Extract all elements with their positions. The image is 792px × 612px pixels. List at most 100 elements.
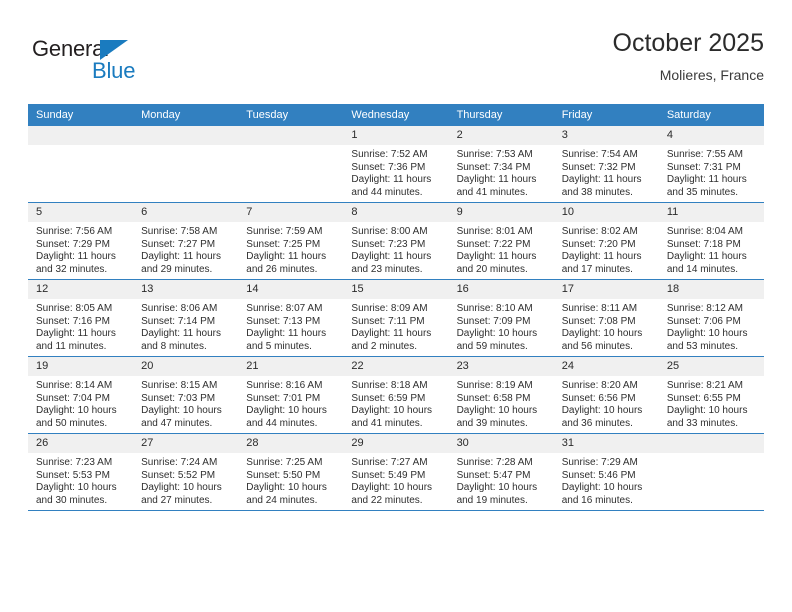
day-cell[interactable]: 13 Sunrise: 8:06 AM Sunset: 7:14 PM Dayl… bbox=[133, 279, 239, 357]
day-cell[interactable]: 10 Sunrise: 8:02 AM Sunset: 7:20 PM Dayl… bbox=[553, 202, 659, 280]
day-cell[interactable]: 27 Sunrise: 7:24 AM Sunset: 5:52 PM Dayl… bbox=[133, 433, 239, 511]
day-details: Sunrise: 7:53 AM Sunset: 7:34 PM Dayligh… bbox=[449, 145, 554, 199]
sunrise-text: Sunrise: 8:01 AM bbox=[456, 226, 533, 237]
daylight-text: Daylight: 11 hours and 38 minutes. bbox=[561, 174, 642, 198]
day-cell[interactable]: 19 Sunrise: 8:14 AM Sunset: 7:04 PM Dayl… bbox=[28, 356, 134, 434]
sunrise-text: Sunrise: 8:21 AM bbox=[666, 380, 743, 391]
weekday-header-saturday: Saturday bbox=[658, 104, 764, 126]
day-cell[interactable]: 17 Sunrise: 8:11 AM Sunset: 7:08 PM Dayl… bbox=[553, 279, 659, 357]
day-cell[interactable]: 26 Sunrise: 7:23 AM Sunset: 5:53 PM Dayl… bbox=[28, 433, 134, 511]
sunset-text: Sunset: 7:16 PM bbox=[36, 315, 110, 327]
calendar-grid: Sunday Monday Tuesday Wednesday Thursday… bbox=[28, 104, 764, 511]
daylight-text: Daylight: 10 hours and 50 minutes. bbox=[36, 405, 117, 429]
day-details: Sunrise: 8:11 AM Sunset: 7:08 PM Dayligh… bbox=[554, 299, 659, 353]
day-number: 7 bbox=[238, 203, 344, 222]
day-cell[interactable]: 6 Sunrise: 7:58 AM Sunset: 7:27 PM Dayli… bbox=[133, 202, 239, 280]
day-cell[interactable]: 3 Sunrise: 7:54 AM Sunset: 7:32 PM Dayli… bbox=[553, 126, 659, 203]
daylight-text: Daylight: 11 hours and 23 minutes. bbox=[351, 251, 432, 275]
daylight-text: Daylight: 10 hours and 39 minutes. bbox=[456, 405, 538, 429]
day-details: Sunrise: 7:55 AM Sunset: 7:31 PM Dayligh… bbox=[659, 145, 764, 199]
weekday-header-sunday: Sunday bbox=[28, 104, 134, 126]
day-number: 10 bbox=[553, 203, 659, 222]
day-cell[interactable]: 8 Sunrise: 8:00 AM Sunset: 7:23 PM Dayli… bbox=[343, 202, 449, 280]
calendar-week-row: 1 Sunrise: 7:52 AM Sunset: 7:36 PM Dayli… bbox=[28, 126, 764, 203]
sunrise-text: Sunrise: 8:11 AM bbox=[561, 303, 638, 314]
day-cell[interactable]: 7 Sunrise: 7:59 AM Sunset: 7:25 PM Dayli… bbox=[238, 202, 344, 280]
daylight-text: Daylight: 11 hours and 32 minutes. bbox=[36, 251, 116, 275]
sunset-text: Sunset: 7:18 PM bbox=[666, 238, 741, 250]
day-details: Sunrise: 8:19 AM Sunset: 6:58 PM Dayligh… bbox=[449, 376, 554, 430]
sunrise-text: Sunrise: 8:20 AM bbox=[561, 380, 638, 391]
day-cell[interactable]: 25 Sunrise: 8:21 AM Sunset: 6:55 PM Dayl… bbox=[658, 356, 764, 434]
sunset-text: Sunset: 7:03 PM bbox=[141, 392, 216, 404]
day-cell[interactable]: 5 Sunrise: 7:56 AM Sunset: 7:29 PM Dayli… bbox=[28, 202, 134, 280]
day-number: 1 bbox=[343, 126, 449, 145]
sunrise-text: Sunrise: 7:55 AM bbox=[666, 149, 743, 160]
sunrise-text: Sunrise: 8:07 AM bbox=[246, 303, 323, 314]
day-cell[interactable]: 4 Sunrise: 7:55 AM Sunset: 7:31 PM Dayli… bbox=[658, 126, 764, 203]
day-cell[interactable]: 16 Sunrise: 8:10 AM Sunset: 7:09 PM Dayl… bbox=[448, 279, 554, 357]
sunrise-text: Sunrise: 7:23 AM bbox=[36, 457, 113, 468]
day-details: Sunrise: 7:56 AM Sunset: 7:29 PM Dayligh… bbox=[28, 222, 133, 276]
daylight-text: Daylight: 10 hours and 19 minutes. bbox=[456, 482, 538, 506]
day-cell-empty bbox=[133, 126, 239, 203]
daylight-text: Daylight: 10 hours and 36 minutes. bbox=[561, 405, 643, 429]
weekday-header-tuesday: Tuesday bbox=[238, 104, 344, 126]
day-number: 18 bbox=[658, 280, 764, 299]
sunrise-text: Sunrise: 8:18 AM bbox=[351, 380, 428, 391]
day-cell[interactable]: 28 Sunrise: 7:25 AM Sunset: 5:50 PM Dayl… bbox=[238, 433, 344, 511]
day-cell[interactable]: 18 Sunrise: 8:12 AM Sunset: 7:06 PM Dayl… bbox=[658, 279, 764, 357]
calendar-body: 1 Sunrise: 7:52 AM Sunset: 7:36 PM Dayli… bbox=[28, 126, 764, 511]
sunrise-text: Sunrise: 8:14 AM bbox=[36, 380, 113, 391]
day-cell[interactable]: 20 Sunrise: 8:15 AM Sunset: 7:03 PM Dayl… bbox=[133, 356, 239, 434]
day-number bbox=[28, 126, 134, 145]
day-cell[interactable]: 30 Sunrise: 7:28 AM Sunset: 5:47 PM Dayl… bbox=[448, 433, 554, 511]
sunset-text: Sunset: 7:23 PM bbox=[351, 238, 426, 250]
day-cell[interactable]: 24 Sunrise: 8:20 AM Sunset: 6:56 PM Dayl… bbox=[553, 356, 659, 434]
day-cell[interactable]: 14 Sunrise: 8:07 AM Sunset: 7:13 PM Dayl… bbox=[238, 279, 344, 357]
day-details: Sunrise: 7:52 AM Sunset: 7:36 PM Dayligh… bbox=[343, 145, 448, 199]
day-cell[interactable]: 1 Sunrise: 7:52 AM Sunset: 7:36 PM Dayli… bbox=[343, 126, 449, 203]
day-cell[interactable]: 15 Sunrise: 8:09 AM Sunset: 7:11 PM Dayl… bbox=[343, 279, 449, 357]
sunset-text: Sunset: 7:11 PM bbox=[351, 315, 425, 327]
day-number: 9 bbox=[448, 203, 554, 222]
day-cell[interactable]: 9 Sunrise: 8:01 AM Sunset: 7:22 PM Dayli… bbox=[448, 202, 554, 280]
day-cell[interactable]: 21 Sunrise: 8:16 AM Sunset: 7:01 PM Dayl… bbox=[238, 356, 344, 434]
day-cell[interactable]: 23 Sunrise: 8:19 AM Sunset: 6:58 PM Dayl… bbox=[448, 356, 554, 434]
day-cell[interactable]: 29 Sunrise: 7:27 AM Sunset: 5:49 PM Dayl… bbox=[343, 433, 449, 511]
sunrise-text: Sunrise: 8:02 AM bbox=[561, 226, 638, 237]
day-details: Sunrise: 8:14 AM Sunset: 7:04 PM Dayligh… bbox=[28, 376, 133, 430]
day-cell[interactable]: 31 Sunrise: 7:29 AM Sunset: 5:46 PM Dayl… bbox=[553, 433, 659, 511]
sunrise-text: Sunrise: 7:54 AM bbox=[561, 149, 638, 160]
weekday-header-thursday: Thursday bbox=[448, 104, 554, 126]
day-number: 24 bbox=[553, 357, 659, 376]
day-number: 4 bbox=[658, 126, 764, 145]
day-number bbox=[133, 126, 239, 145]
daylight-text: Daylight: 11 hours and 29 minutes. bbox=[141, 251, 221, 275]
general-blue-logo[interactable]: General Blue bbox=[32, 36, 202, 92]
daylight-text: Daylight: 11 hours and 8 minutes. bbox=[141, 328, 221, 352]
daylight-text: Daylight: 10 hours and 53 minutes. bbox=[666, 328, 748, 352]
daylight-text: Daylight: 10 hours and 44 minutes. bbox=[246, 405, 327, 429]
day-number: 30 bbox=[448, 434, 554, 453]
sunrise-text: Sunrise: 7:52 AM bbox=[351, 149, 428, 160]
day-cell[interactable]: 12 Sunrise: 8:05 AM Sunset: 7:16 PM Dayl… bbox=[28, 279, 134, 357]
daylight-text: Daylight: 10 hours and 47 minutes. bbox=[141, 405, 222, 429]
sunset-text: Sunset: 7:06 PM bbox=[666, 315, 741, 327]
sunrise-text: Sunrise: 8:16 AM bbox=[246, 380, 323, 391]
day-cell-empty bbox=[28, 126, 134, 203]
day-details: Sunrise: 8:06 AM Sunset: 7:14 PM Dayligh… bbox=[133, 299, 238, 353]
day-cell[interactable]: 22 Sunrise: 8:18 AM Sunset: 6:59 PM Dayl… bbox=[343, 356, 449, 434]
day-details: Sunrise: 7:59 AM Sunset: 7:25 PM Dayligh… bbox=[238, 222, 343, 276]
sunset-text: Sunset: 5:46 PM bbox=[561, 469, 636, 481]
weekday-header-row: Sunday Monday Tuesday Wednesday Thursday… bbox=[28, 104, 764, 126]
daylight-text: Daylight: 10 hours and 24 minutes. bbox=[246, 482, 327, 506]
sunset-text: Sunset: 6:55 PM bbox=[666, 392, 741, 404]
daylight-text: Daylight: 10 hours and 41 minutes. bbox=[351, 405, 433, 429]
sunrise-text: Sunrise: 8:09 AM bbox=[351, 303, 428, 314]
day-cell[interactable]: 11 Sunrise: 8:04 AM Sunset: 7:18 PM Dayl… bbox=[658, 202, 764, 280]
sunrise-text: Sunrise: 8:12 AM bbox=[666, 303, 743, 314]
day-cell[interactable]: 2 Sunrise: 7:53 AM Sunset: 7:34 PM Dayli… bbox=[448, 126, 554, 203]
sunset-text: Sunset: 5:49 PM bbox=[351, 469, 426, 481]
day-number: 20 bbox=[133, 357, 239, 376]
